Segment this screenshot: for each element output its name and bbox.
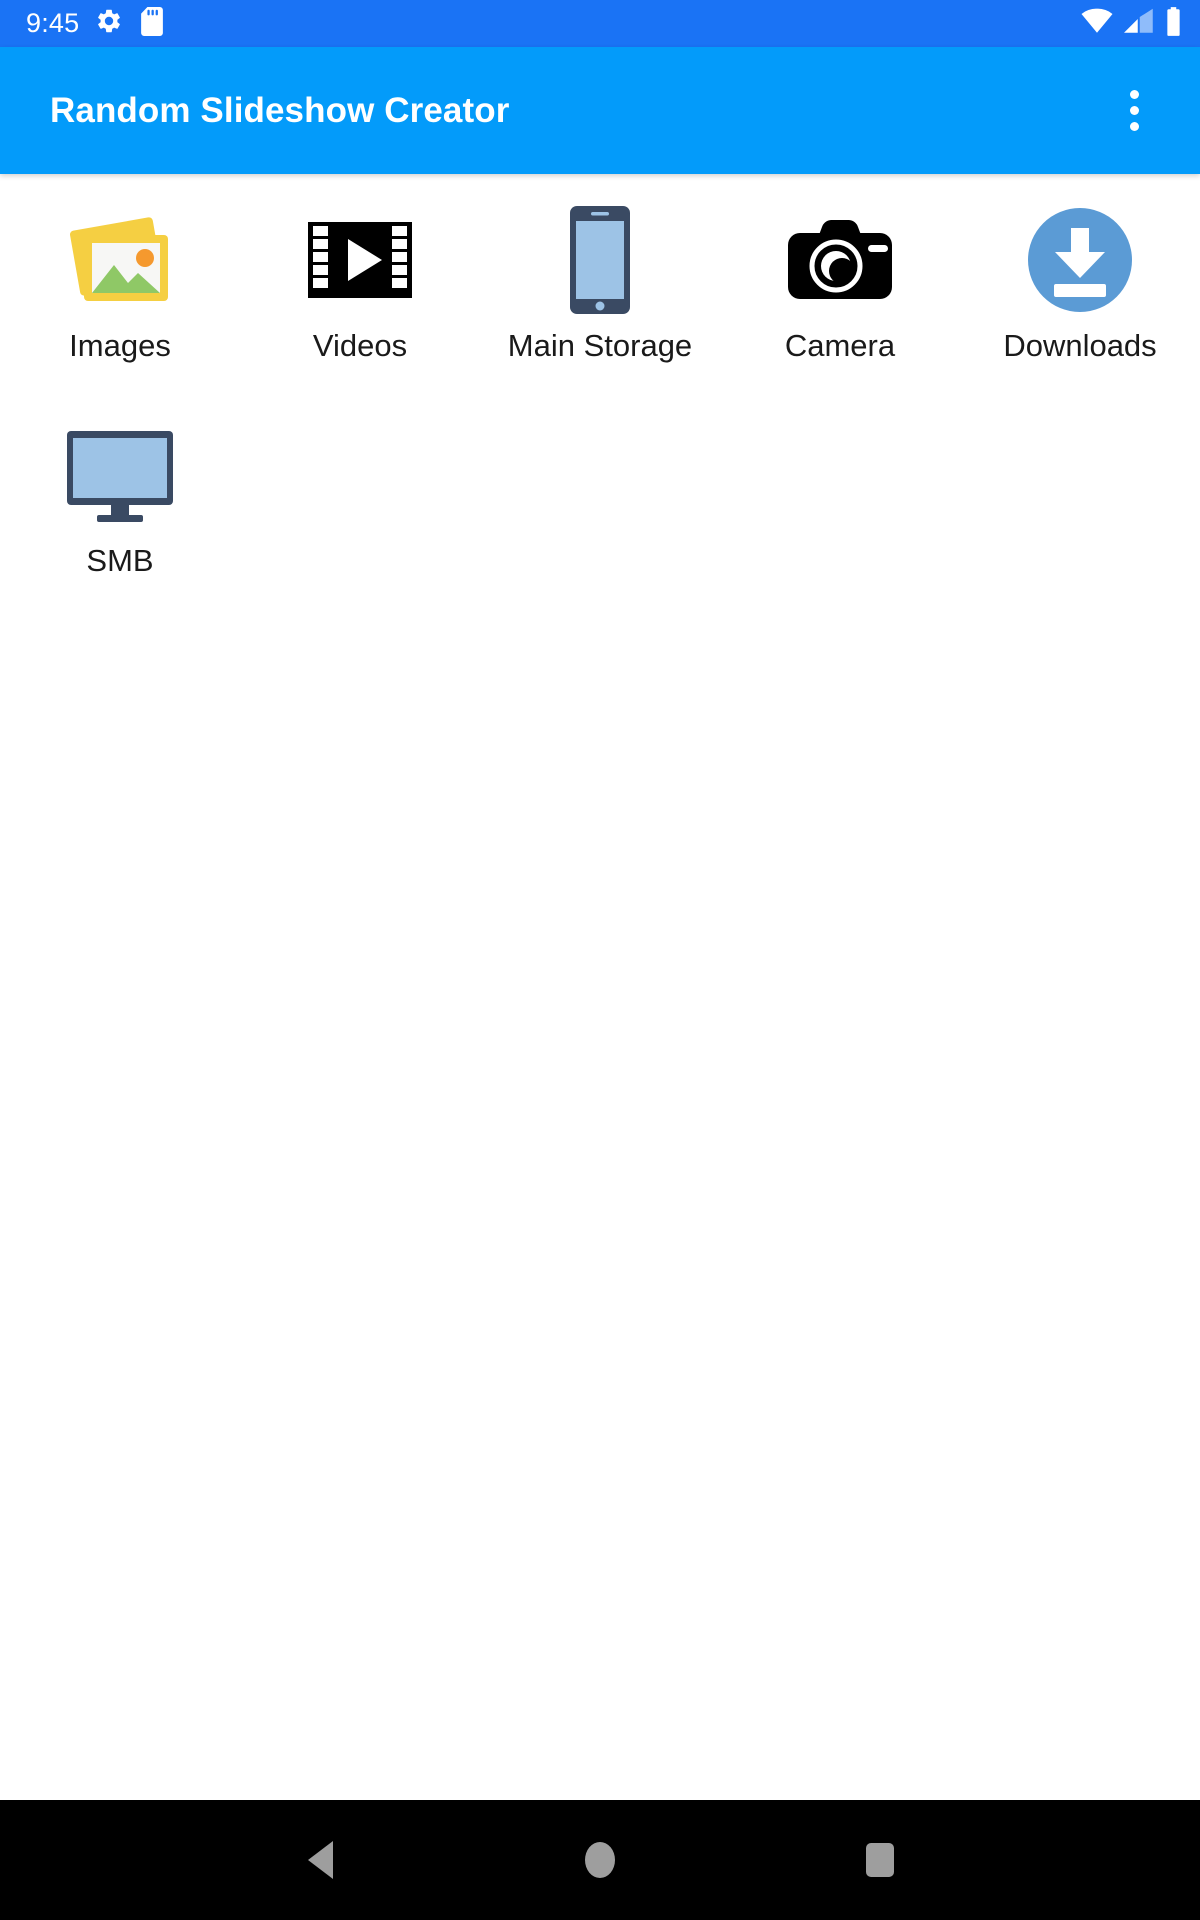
status-bar-left-group: 9:45 [26, 6, 165, 41]
shortcut-item-images[interactable]: Images [0, 200, 240, 415]
monitor-desktop-icon [60, 415, 180, 535]
page-title: Random Slideshow Creator [50, 90, 510, 130]
back-button[interactable] [275, 1815, 365, 1905]
overflow-menu-button[interactable] [1098, 75, 1170, 147]
home-circle-icon [585, 1842, 615, 1878]
overflow-dot-icon [1129, 90, 1139, 99]
recents-button[interactable] [835, 1815, 925, 1905]
phone-device-icon [540, 200, 660, 320]
wifi-icon [1081, 8, 1113, 39]
shortcut-label: Videos [312, 328, 408, 363]
camera-icon [780, 200, 900, 320]
shortcut-item-smb[interactable]: SMB [0, 415, 240, 630]
recents-square-icon [866, 1843, 894, 1877]
shortcut-grid: Images Videos Main Storage Camera Downlo… [0, 174, 1200, 630]
back-triangle-icon [307, 1841, 333, 1879]
shortcut-item-videos[interactable]: Videos [240, 200, 480, 415]
app-bar: Random Slideshow Creator [0, 47, 1200, 174]
android-navigation-bar [0, 1800, 1200, 1920]
shortcut-item-camera[interactable]: Camera [720, 200, 960, 415]
sd-card-icon [139, 6, 165, 41]
film-strip-play-icon [300, 200, 420, 320]
settings-gear-icon [95, 7, 123, 40]
shortcut-label: Downloads [1003, 328, 1157, 363]
home-button[interactable] [555, 1815, 645, 1905]
shortcut-label: Main Storage [507, 328, 693, 363]
cellular-signal-icon [1124, 8, 1154, 39]
shortcut-label: Images [69, 328, 171, 363]
shortcut-item-main-storage[interactable]: Main Storage [480, 200, 720, 415]
battery-icon [1165, 6, 1182, 41]
status-bar-clock: 9:45 [26, 8, 80, 38]
overflow-dot-icon [1129, 106, 1139, 115]
download-circle-icon [1020, 200, 1140, 320]
shortcut-content-area: Images Videos Main Storage Camera Downlo… [0, 174, 1200, 1800]
shortcut-label: Camera [784, 328, 896, 363]
shortcut-item-downloads[interactable]: Downloads [960, 200, 1200, 415]
overflow-dot-icon [1129, 122, 1139, 131]
images-stack-icon [60, 200, 180, 320]
status-bar-right-group [1081, 6, 1182, 41]
shortcut-label: SMB [86, 543, 154, 578]
status-bar: 9:45 [0, 0, 1200, 47]
